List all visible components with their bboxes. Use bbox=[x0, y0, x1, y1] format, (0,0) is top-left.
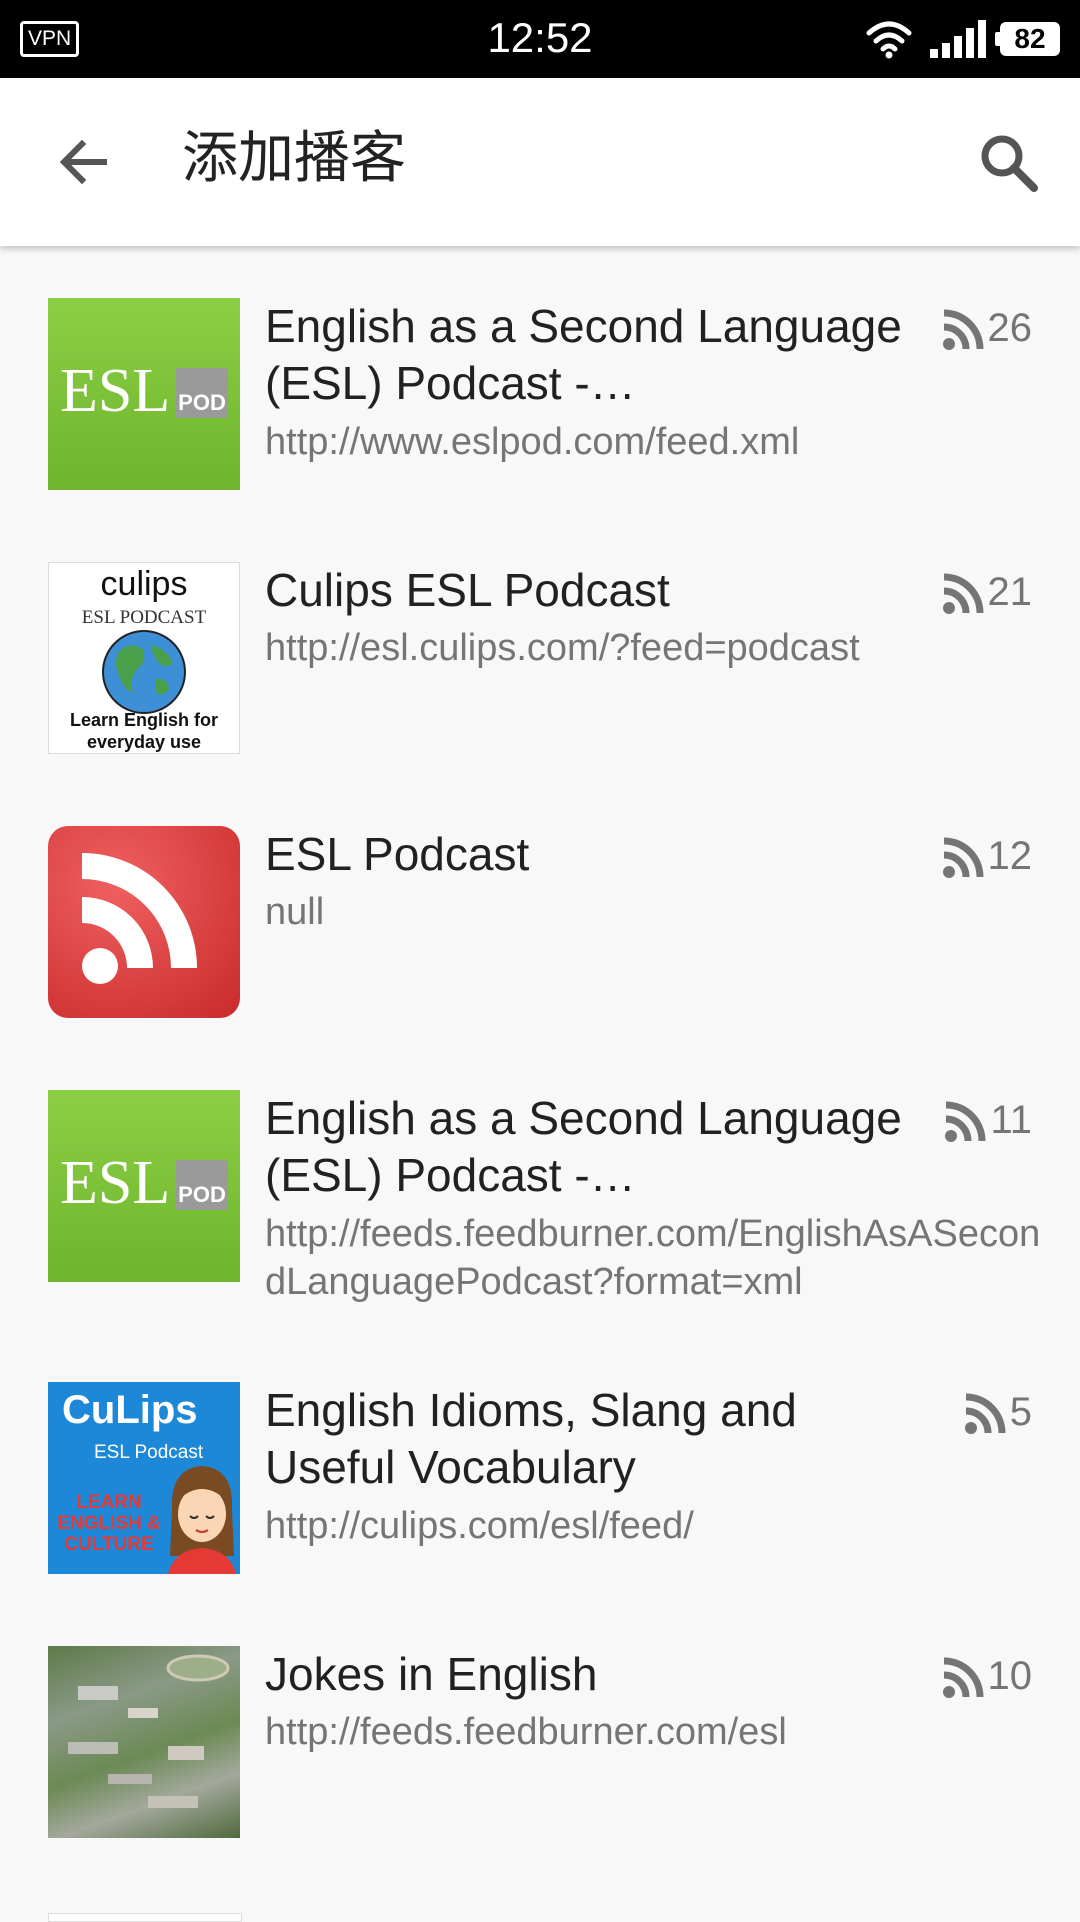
battery-indicator: 82 bbox=[995, 22, 1060, 56]
list-item[interactable]: ESL POD English as a Second Language (ES… bbox=[0, 1038, 1080, 1330]
rss-icon bbox=[964, 1393, 1006, 1434]
podcast-url: http://www.eslpod.com/feed.xml bbox=[265, 421, 800, 463]
podcast-thumbnail: ESL POD bbox=[48, 1090, 240, 1282]
podcast-title: English as a Second Language (ESL) Podca… bbox=[265, 1092, 902, 1201]
podcast-thumbnail: CuLips ESL Podcast LEARN ENGLISH & CULTU… bbox=[48, 1382, 240, 1574]
episode-count: 10 bbox=[942, 1654, 1033, 1699]
aerial-photo-image bbox=[68, 1654, 230, 1808]
episode-count-value: 5 bbox=[1009, 1390, 1032, 1434]
podcast-title: English Idioms, Slang and Useful Vocabul… bbox=[265, 1384, 797, 1493]
rss-icon bbox=[942, 1657, 983, 1698]
podcast-url: http://esl.culips.com/?feed=podcast bbox=[265, 627, 860, 669]
episode-count-value: 21 bbox=[987, 570, 1033, 614]
wifi-icon bbox=[866, 21, 912, 59]
podcast-url: null bbox=[265, 891, 325, 933]
episode-count-value: 12 bbox=[987, 834, 1033, 878]
episode-count-value: 11 bbox=[990, 1098, 1032, 1142]
podcast-url: http://culips.com/esl/feed/ bbox=[265, 1505, 694, 1547]
page-title: 添加播客 bbox=[182, 126, 406, 191]
podcast-thumbnail bbox=[48, 1646, 240, 1838]
list-item[interactable]: ESL POD English as a Second Language (ES… bbox=[0, 246, 1080, 510]
back-arrow-icon[interactable] bbox=[52, 130, 116, 194]
podcast-thumbnail bbox=[48, 826, 240, 1018]
podcast-url: http://feeds.feedburner.com/esl bbox=[265, 1711, 787, 1753]
podcast-title: Culips ESL Podcast bbox=[265, 564, 670, 616]
thumbnail-text: ESL bbox=[60, 357, 171, 425]
rss-icon bbox=[942, 573, 983, 614]
list-item[interactable]: Jokes in English http://feeds.feedburner… bbox=[0, 1594, 1080, 1858]
pod-badge: POD bbox=[176, 368, 228, 418]
podcast-thumbnail: culips ESL PODCAST Learn English for eve… bbox=[48, 562, 240, 754]
episode-count: 12 bbox=[942, 834, 1033, 879]
episode-count: 26 bbox=[942, 306, 1033, 351]
podcast-title: ESL Podcast bbox=[265, 828, 530, 880]
pod-badge: POD bbox=[176, 1160, 228, 1210]
signal-icon bbox=[930, 20, 986, 58]
podcast-title: Jokes in English bbox=[265, 1648, 598, 1700]
rss-icon bbox=[942, 309, 983, 350]
rss-icon bbox=[945, 1101, 986, 1142]
list-item[interactable]: CuLips ESL Podcast LEARN ENGLISH & CULTU… bbox=[0, 1330, 1080, 1594]
search-icon[interactable] bbox=[976, 130, 1040, 194]
rss-icon bbox=[942, 837, 983, 878]
status-bar: VPN 12:52 82 bbox=[0, 0, 1080, 78]
globe-icon bbox=[102, 630, 186, 714]
thumbnail-text: ESL bbox=[60, 1149, 171, 1217]
app-bar: 添加播客 bbox=[0, 78, 1080, 246]
girl-illustration-icon bbox=[168, 1466, 236, 1574]
episode-count: 5 bbox=[964, 1390, 1032, 1435]
podcast-thumbnail: ESL POD bbox=[48, 298, 240, 490]
list-item[interactable]: ESL Podcast null 12 bbox=[0, 774, 1080, 1038]
list-item-partial[interactable] bbox=[48, 1913, 242, 1922]
episode-count-value: 26 bbox=[987, 306, 1033, 350]
rss-icon bbox=[81, 853, 197, 984]
episode-count: 21 bbox=[942, 570, 1033, 615]
episode-count-value: 10 bbox=[987, 1654, 1033, 1698]
podcast-title: English as a Second Language (ESL) Podca… bbox=[265, 300, 902, 409]
episode-count: 11 bbox=[944, 1098, 1032, 1143]
status-icons: 82 bbox=[866, 16, 1060, 62]
podcast-url: http://feeds.feedburner.com/EnglishAsASe… bbox=[265, 1213, 1041, 1303]
list-item[interactable]: culips ESL PODCAST Learn English for eve… bbox=[0, 510, 1080, 774]
